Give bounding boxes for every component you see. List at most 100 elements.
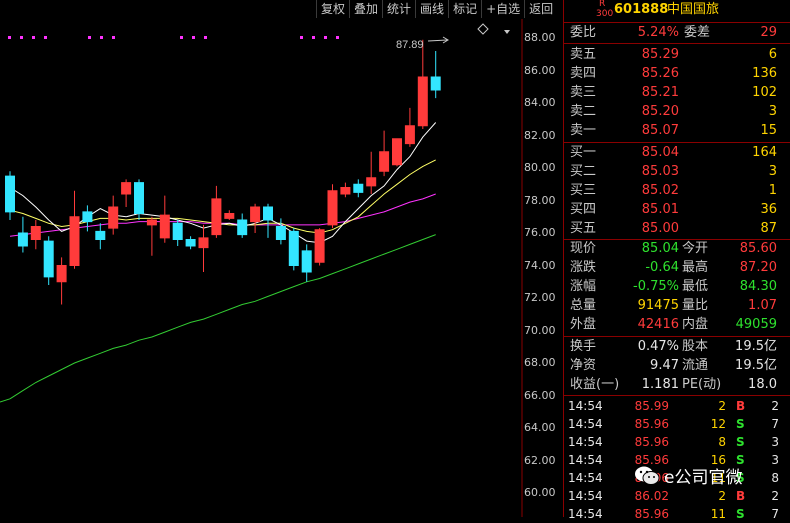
add-watchlist-button[interactable]: +自选 (481, 0, 524, 18)
fundamental-row: 收益(一) 1.181 PE(动) 18.0 (564, 376, 790, 394)
diamond-icon[interactable] (477, 23, 489, 35)
candle[interactable] (314, 228, 325, 266)
candle[interactable] (108, 195, 119, 235)
level-price: 85.01 (641, 202, 679, 217)
bid-level[interactable]: 买三 85.02 1 (564, 182, 790, 200)
marker-dot (300, 36, 303, 39)
bid-level[interactable]: 买二 85.03 3 (564, 163, 790, 181)
ask-level[interactable]: 卖一 85.07 15 (564, 122, 790, 140)
back-button[interactable]: 返回 (524, 0, 557, 18)
tick-time: 14:54 (568, 417, 603, 431)
candle[interactable] (379, 130, 390, 177)
stats-button[interactable]: 统计 (382, 0, 415, 18)
stat-label: 最低 (682, 279, 709, 294)
fund-label: 流通 (682, 358, 709, 373)
kline-chart[interactable]: 87.89 (0, 0, 562, 517)
candle[interactable] (237, 213, 248, 238)
candle[interactable] (198, 224, 209, 272)
stat-value: 49059 (735, 317, 777, 332)
candle[interactable] (430, 51, 441, 99)
candle[interactable] (69, 190, 80, 269)
candle[interactable] (121, 179, 132, 207)
candle[interactable] (224, 210, 235, 220)
candle-body (314, 229, 325, 263)
tick-time: 14:54 (568, 453, 603, 467)
candle[interactable] (327, 184, 338, 229)
level-label: 卖一 (570, 123, 597, 138)
level-volume: 36 (760, 202, 777, 217)
candle-body (237, 219, 248, 236)
tick-volume: 8 (718, 435, 726, 449)
fuquan-button[interactable]: 复权 (316, 0, 349, 18)
draw-line-button[interactable]: 画线 (415, 0, 448, 18)
candle[interactable] (301, 244, 312, 282)
candle[interactable] (288, 228, 299, 271)
candle[interactable] (30, 220, 41, 250)
candle[interactable] (366, 151, 377, 194)
candle[interactable] (404, 107, 415, 147)
candle[interactable] (263, 203, 273, 238)
mark-button[interactable]: 标记 (448, 0, 481, 18)
tick-row: 14:54 85.96 8 S 3 (564, 433, 790, 451)
candle-body (198, 237, 209, 249)
stat-value: 85.60 (739, 241, 777, 256)
y-tick-label: 64.00 (524, 421, 556, 434)
level-price: 85.29 (641, 47, 679, 62)
fund-label: 换手 (570, 339, 597, 354)
candle[interactable] (159, 195, 170, 243)
candle[interactable] (146, 216, 157, 256)
triangle-icon[interactable] (504, 30, 510, 34)
tick-count: 3 (771, 435, 779, 449)
ask-level[interactable]: 卖四 85.26 136 (564, 65, 790, 83)
tick-side: B (736, 489, 746, 503)
candle[interactable] (275, 218, 286, 245)
candle[interactable] (211, 185, 222, 238)
stat-label: 现价 (570, 241, 597, 256)
candle[interactable] (43, 236, 54, 285)
marker-dot (180, 36, 183, 39)
fund-label: 股本 (682, 339, 709, 354)
candle[interactable] (134, 179, 144, 220)
bid-level[interactable]: 买四 85.01 36 (564, 201, 790, 219)
candle[interactable] (353, 179, 364, 198)
candle[interactable] (95, 223, 106, 250)
candle-body (224, 213, 235, 219)
candle[interactable] (417, 39, 428, 129)
candle[interactable] (56, 257, 67, 305)
high-annotation: 87.89 (396, 36, 449, 51)
stat-row: 现价 85.04 今开 85.60 (564, 240, 790, 258)
candle-body (121, 182, 132, 195)
candle-body (263, 206, 273, 221)
level-volume: 87 (760, 221, 777, 236)
stat-value: 42416 (637, 317, 679, 332)
market-badge-bottom: 300 (596, 9, 614, 19)
ask-level[interactable]: 卖三 85.21 102 (564, 84, 790, 102)
weibi-value: 5.24% (637, 25, 679, 40)
level-label: 买二 (570, 164, 597, 179)
stat-value: 84.30 (739, 279, 777, 294)
candle[interactable] (185, 236, 196, 250)
marker-dot (100, 36, 103, 39)
tick-time: 14:54 (568, 435, 603, 449)
stat-label: 总量 (570, 298, 597, 313)
candle-body (392, 138, 402, 166)
bid-level[interactable]: 买五 85.00 87 (564, 220, 790, 238)
candle[interactable] (82, 205, 93, 232)
stat-value: 1.07 (748, 298, 777, 313)
ask-level[interactable]: 卖五 85.29 6 (564, 46, 790, 64)
y-tick-label: 76.00 (524, 226, 556, 239)
candle[interactable] (172, 220, 183, 246)
candle[interactable] (392, 138, 402, 167)
bid-level[interactable]: 买一 85.04 164 (564, 144, 790, 162)
ask-level[interactable]: 卖二 85.20 3 (564, 103, 790, 121)
marker-dots (8, 36, 339, 39)
candle[interactable] (250, 203, 261, 233)
fund-value: 1.181 (641, 377, 679, 392)
y-tick-label: 78.00 (524, 193, 556, 207)
candle[interactable] (340, 182, 351, 198)
y-tick-label: 60.00 (524, 486, 556, 499)
tick-row: 14:54 86.02 2 B 2 (564, 487, 790, 505)
candle[interactable] (17, 216, 28, 253)
overlay-button[interactable]: 叠加 (349, 0, 382, 18)
candle[interactable] (5, 171, 15, 220)
